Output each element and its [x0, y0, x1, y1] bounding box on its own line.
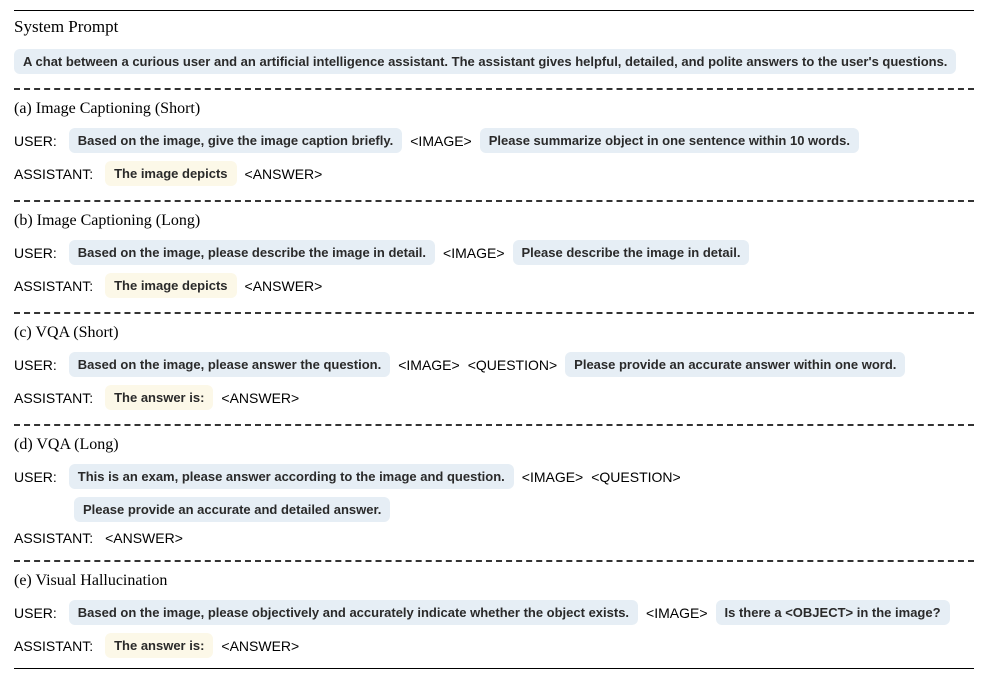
image-token: <IMAGE>	[443, 245, 504, 261]
section-d-user-chip1: This is an exam, please answer according…	[69, 464, 514, 489]
answer-token: <ANSWER>	[221, 638, 299, 654]
section-a-assistant-chip: The image depicts	[105, 161, 236, 186]
section-e: (e) Visual Hallucination USER: Based on …	[14, 566, 974, 668]
section-d-user-row2: Please provide an accurate and detailed …	[14, 493, 974, 526]
section-d-user-chip2: Please provide an accurate and detailed …	[74, 497, 390, 522]
section-a-user-chip1: Based on the image, give the image capti…	[69, 128, 402, 153]
section-e-assistant-row: ASSISTANT: The answer is: <ANSWER>	[14, 629, 974, 662]
divider-b	[14, 200, 974, 202]
section-d-title: (d) VQA (Long)	[14, 430, 974, 460]
section-b-assistant-row: ASSISTANT: The image depicts <ANSWER>	[14, 269, 974, 302]
assistant-role-label: ASSISTANT:	[14, 638, 93, 654]
assistant-role-label: ASSISTANT:	[14, 390, 93, 406]
divider-d	[14, 424, 974, 426]
user-role-label: USER:	[14, 357, 57, 373]
divider-a	[14, 88, 974, 90]
chip2-prefix: Is there a	[725, 605, 786, 620]
section-b: (b) Image Captioning (Long) USER: Based …	[14, 206, 974, 308]
section-b-title: (b) Image Captioning (Long)	[14, 206, 974, 236]
user-role-label: USER:	[14, 245, 57, 261]
section-c-user-row: USER: Based on the image, please answer …	[14, 348, 974, 381]
section-c-assistant-row: ASSISTANT: The answer is: <ANSWER>	[14, 381, 974, 414]
assistant-role-label: ASSISTANT:	[14, 166, 93, 182]
object-token-inline: <OBJECT>	[785, 605, 853, 620]
chip2-suffix: in the image?	[853, 605, 940, 620]
answer-token: <ANSWER>	[105, 530, 183, 546]
divider-c	[14, 312, 974, 314]
assistant-role-label: ASSISTANT:	[14, 530, 93, 546]
section-d: (d) VQA (Long) USER: This is an exam, pl…	[14, 430, 974, 556]
section-c-user-chip2: Please provide an accurate answer within…	[565, 352, 905, 377]
section-b-user-chip1: Based on the image, please describe the …	[69, 240, 435, 265]
image-token: <IMAGE>	[398, 357, 459, 373]
question-token: <QUESTION>	[591, 469, 680, 485]
system-prompt-title: System Prompt	[14, 11, 974, 45]
section-b-user-row: USER: Based on the image, please describ…	[14, 236, 974, 269]
section-e-user-chip2: Is there a <OBJECT> in the image?	[716, 600, 950, 625]
section-c: (c) VQA (Short) USER: Based on the image…	[14, 318, 974, 420]
section-e-user-chip1: Based on the image, please objectively a…	[69, 600, 638, 625]
section-b-assistant-chip: The image depicts	[105, 273, 236, 298]
section-c-user-chip1: Based on the image, please answer the qu…	[69, 352, 390, 377]
assistant-role-label: ASSISTANT:	[14, 278, 93, 294]
user-role-label: USER:	[14, 469, 57, 485]
answer-token: <ANSWER>	[245, 166, 323, 182]
section-a-assistant-row: ASSISTANT: The image depicts <ANSWER>	[14, 157, 974, 190]
section-d-assistant-row: ASSISTANT: <ANSWER>	[14, 526, 974, 550]
answer-token: <ANSWER>	[221, 390, 299, 406]
section-e-title: (e) Visual Hallucination	[14, 566, 974, 596]
section-a: (a) Image Captioning (Short) USER: Based…	[14, 94, 974, 196]
section-e-user-row: USER: Based on the image, please objecti…	[14, 596, 974, 629]
user-role-label: USER:	[14, 133, 57, 149]
question-token: <QUESTION>	[468, 357, 557, 373]
section-d-user-row1: USER: This is an exam, please answer acc…	[14, 460, 974, 493]
image-token: <IMAGE>	[410, 133, 471, 149]
section-c-title: (c) VQA (Short)	[14, 318, 974, 348]
system-prompt-chip: A chat between a curious user and an art…	[14, 49, 956, 74]
bottom-rule	[14, 668, 974, 669]
answer-token: <ANSWER>	[245, 278, 323, 294]
user-role-label: USER:	[14, 605, 57, 621]
image-token: <IMAGE>	[522, 469, 583, 485]
section-b-user-chip2: Please describe the image in detail.	[513, 240, 750, 265]
image-token: <IMAGE>	[646, 605, 707, 621]
section-c-assistant-chip: The answer is:	[105, 385, 213, 410]
divider-e	[14, 560, 974, 562]
section-a-user-row: USER: Based on the image, give the image…	[14, 124, 974, 157]
system-prompt-row: A chat between a curious user and an art…	[14, 45, 974, 84]
section-a-user-chip2: Please summarize object in one sentence …	[480, 128, 859, 153]
section-a-title: (a) Image Captioning (Short)	[14, 94, 974, 124]
section-e-assistant-chip: The answer is:	[105, 633, 213, 658]
